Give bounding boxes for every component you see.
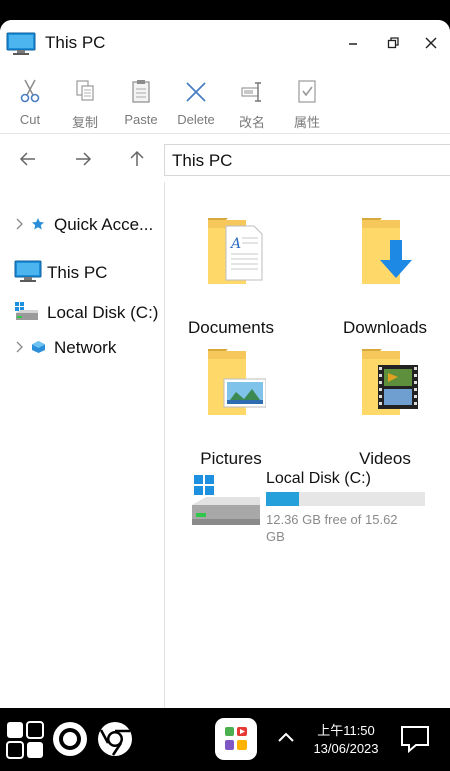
forward-button[interactable] <box>70 146 96 172</box>
drive-usage-bar <box>266 492 425 506</box>
sidebar-item-label: Network <box>54 338 117 357</box>
address-path: This PC <box>172 151 233 170</box>
delete-label: Delete <box>177 112 215 127</box>
downloads-folder-icon <box>358 216 420 293</box>
rename-button[interactable]: 改名 <box>224 76 280 132</box>
cut-button[interactable]: Cut <box>2 76 58 132</box>
close-icon <box>425 37 437 49</box>
navigation-bar: This PC <box>0 134 450 182</box>
taskbar: 上午11:50 13/06/2023 <box>0 708 450 771</box>
this-pc-icon <box>6 32 36 61</box>
properties-label: 属性 <box>293 115 320 130</box>
back-button[interactable] <box>15 146 41 172</box>
app-grid-icon[interactable] <box>214 717 258 766</box>
paste-button[interactable]: Paste <box>113 76 169 132</box>
documents-folder-icon: A <box>204 216 266 293</box>
drive-icon <box>190 469 262 538</box>
sidebar-item-quick-access[interactable]: Quick Acce... <box>0 210 165 240</box>
drive-icon <box>14 301 40 328</box>
network-icon <box>31 340 46 359</box>
sidebar-item-local-disk[interactable]: Local Disk (C:) <box>0 298 165 328</box>
properties-icon <box>279 76 335 104</box>
navigation-pane: Quick Acce... This PC Local Disk (C:) Ne… <box>0 182 165 708</box>
cut-label: Cut <box>19 112 41 127</box>
circle-app-icon[interactable] <box>52 721 88 762</box>
chrome-icon[interactable] <box>97 721 133 762</box>
sidebar-item-network[interactable]: Network <box>0 333 165 363</box>
rename-label: 改名 <box>238 115 265 130</box>
title-bar: This PC <box>0 20 450 66</box>
sidebar-item-this-pc[interactable]: This PC <box>0 258 165 288</box>
sidebar-item-label: Local Disk (C:) <box>47 303 159 322</box>
delete-x-icon <box>168 76 224 104</box>
paste-label: Paste <box>124 112 158 127</box>
chevron-right-icon[interactable] <box>14 217 24 236</box>
folder-label: Downloads <box>342 318 428 337</box>
folder-pictures[interactable]: Pictures <box>166 347 296 468</box>
folder-downloads[interactable]: Downloads <box>320 216 450 337</box>
drive-local-disk[interactable]: Local Disk (C:) 12.36 GB free of 15.62 G… <box>190 467 430 547</box>
content-pane: A Documents Downloads Pictures Videos Lo… <box>166 182 450 708</box>
address-bar[interactable]: This PC <box>164 144 450 176</box>
minimize-button[interactable] <box>340 30 366 56</box>
folder-label: Pictures <box>200 449 262 468</box>
chevron-right-icon[interactable] <box>14 340 24 359</box>
drive-name: Local Disk (C:) <box>266 470 371 487</box>
properties-button[interactable]: 属性 <box>279 76 335 132</box>
folder-label: Videos <box>359 449 411 468</box>
arrow-right-icon <box>76 152 92 166</box>
restore-button[interactable] <box>380 30 406 56</box>
arrow-up-icon <box>130 150 144 166</box>
close-button[interactable] <box>418 30 444 56</box>
sidebar-item-label: This PC <box>47 263 108 282</box>
svg-text:A: A <box>229 236 241 252</box>
videos-folder-icon <box>358 347 420 424</box>
clipboard-icon <box>113 76 169 104</box>
copy-icon <box>57 76 113 104</box>
star-icon <box>31 217 45 236</box>
rename-icon <box>224 76 280 104</box>
restore-icon <box>387 37 399 49</box>
this-pc-icon <box>14 260 42 289</box>
copy-label: 复制 <box>71 115 98 130</box>
window-title: This PC <box>45 33 106 52</box>
clock-date: 13/06/2023 <box>313 741 379 756</box>
sidebar-item-label: Quick Acce... <box>54 215 154 234</box>
copy-button[interactable]: 复制 <box>57 76 113 132</box>
system-clock[interactable]: 上午11:50 13/06/2023 <box>306 722 386 758</box>
minimize-icon <box>349 43 357 45</box>
up-button[interactable] <box>124 146 150 172</box>
file-explorer-window: This PC Cut 复制 Paste Delete 改名 属性 This P… <box>0 20 450 708</box>
folder-videos[interactable]: Videos <box>320 347 450 468</box>
start-menu-icon[interactable] <box>6 721 44 764</box>
notification-icon[interactable] <box>400 724 430 759</box>
drive-free-space: 12.36 GB free of 15.62 GB <box>266 512 398 544</box>
drive-usage-fill <box>266 492 300 506</box>
clock-time: 上午11:50 <box>317 723 375 738</box>
scissors-icon <box>2 76 58 104</box>
folder-documents[interactable]: A Documents <box>166 216 296 337</box>
delete-button[interactable]: Delete <box>168 76 224 132</box>
folder-label: Documents <box>188 318 274 337</box>
ribbon-toolbar: Cut 复制 Paste Delete 改名 属性 <box>0 66 450 134</box>
chevron-up-icon[interactable] <box>276 730 296 749</box>
pictures-folder-icon <box>204 347 267 424</box>
arrow-left-icon <box>19 152 35 166</box>
